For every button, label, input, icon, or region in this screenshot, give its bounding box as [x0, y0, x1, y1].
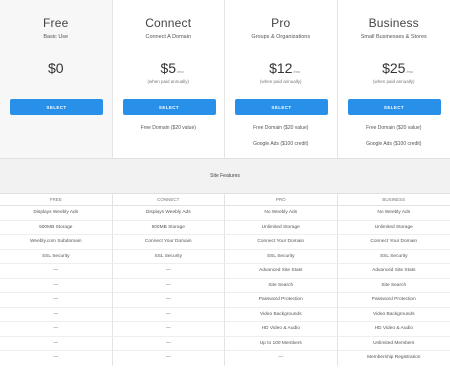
table-cell: Video Backgrounds: [372, 311, 415, 317]
plan-price: $25/mo: [382, 60, 414, 76]
plan-name: Pro: [271, 16, 291, 30]
plan-subtitle: Basic Use: [43, 34, 69, 40]
table-cell: Connect Your Domain: [225, 235, 338, 249]
plan-billing-note: (when paid annually): [147, 79, 190, 84]
table-cell: —: [0, 264, 113, 278]
table-row: Displays Weebly Ads Displays Weebly Ads No…: [0, 206, 450, 221]
column-header: BUSINESS: [382, 197, 406, 202]
table-cell: Displays Weebly Ads: [113, 206, 225, 220]
plan-perk-domain: Free Domain ($20 value): [253, 125, 309, 131]
features-table-header: FREE CONNECT PRO BUSINESS: [0, 194, 450, 206]
table-cell: —: [225, 351, 338, 366]
table-row: SSL Security SSL Security SSL Security SSL …: [0, 249, 450, 264]
table-cell: Password Protection: [371, 297, 416, 302]
table-cell: Connect Your Domain: [370, 239, 418, 244]
column-header: FREE: [0, 194, 113, 205]
table-cell: Weebly.com Subdomain: [0, 235, 113, 249]
plan-subtitle: Connect A Domain: [145, 34, 192, 40]
plan-billing-note: (when paid annually): [372, 79, 415, 84]
plan-name: Business: [368, 16, 419, 30]
table-cell: —: [113, 307, 225, 321]
plan-perk-ads: Google Ads ($100 credit): [253, 141, 309, 147]
plan-free: Free Basic Use $0 SELECT: [0, 0, 113, 158]
table-cell: Site Search: [225, 278, 338, 292]
site-features-heading: Site Features: [0, 158, 450, 194]
features-table: FREE CONNECT PRO BUSINESS Displays Weebl…: [0, 194, 450, 371]
plan-subtitle: Small Businesses & Stores: [360, 34, 427, 40]
table-cell: —: [113, 351, 225, 366]
table-cell: Advanced Site Stats: [372, 268, 416, 273]
plan-billing-note: [0, 79, 112, 85]
table-cell: Video Backgrounds: [225, 307, 338, 321]
plan-business: Business Small Businesses & Stores $25/m…: [338, 0, 450, 158]
select-pro-button[interactable]: SELECT: [235, 99, 328, 115]
table-cell: SSL Security: [379, 253, 408, 259]
features-table-body: Displays Weebly Ads Displays Weebly Ads No…: [0, 206, 450, 366]
plan-name: Connect: [145, 16, 192, 30]
table-cell: —: [0, 278, 113, 292]
table-cell: HD Video & Audio: [374, 326, 413, 331]
column-header: CONNECT: [113, 194, 225, 205]
table-cell: —: [0, 322, 113, 336]
table-cell: Password Protection: [225, 293, 338, 307]
table-cell: Unlimited Storage: [225, 220, 338, 234]
table-cell: —: [113, 322, 225, 336]
table-cell: Up to 100 Members: [225, 336, 338, 350]
table-cell: —: [113, 278, 225, 292]
table-cell: Connect Your Domain: [113, 235, 225, 249]
table-cell: Membership Registration: [367, 355, 421, 360]
table-cell: Site Search: [381, 282, 407, 288]
table-row: — — Password Protection Password Protection: [0, 293, 450, 308]
table-cell: —: [0, 307, 113, 321]
pricing-plans: Free Basic Use $0 SELECT Connect Connect…: [0, 0, 450, 158]
table-cell: Displays Weebly Ads: [0, 206, 113, 220]
plan-billing-note: (when paid annually): [259, 79, 302, 84]
table-cell: Unlimited Members: [373, 340, 415, 346]
plan-perk-domain: Free Domain ($20 value): [140, 125, 196, 131]
table-row: — — Video Backgrounds Video Backgrounds: [0, 307, 450, 322]
price-period: /mo: [406, 69, 414, 74]
table-cell: HD Video & Audio: [225, 322, 338, 336]
table-row: 500MB Storage 500MB Storage Unlimited Stor…: [0, 220, 450, 235]
table-cell: SSL Security: [113, 249, 225, 263]
table-row: — — Advanced Site Stats Advanced Site Stats: [0, 264, 450, 279]
table-cell: —: [0, 351, 113, 366]
select-free-button[interactable]: SELECT: [10, 99, 103, 115]
table-row: — — HD Video & Audio HD Video & Audio: [0, 322, 450, 337]
plan-perk-domain: Free Domain ($20 value): [366, 125, 422, 131]
table-row: — — Site Search Site Search: [0, 278, 450, 293]
table-row: — — Up to 100 Members Unlimited Members: [0, 336, 450, 351]
plan-pro: Pro Groups & Organizations $12/mo (when …: [225, 0, 338, 158]
plan-connect: Connect Connect A Domain $5/mo (when pai…: [113, 0, 225, 158]
table-cell: —: [113, 264, 225, 278]
table-cell: Advanced Site Stats: [225, 264, 338, 278]
table-cell: SSL Security: [0, 249, 113, 263]
select-connect-button[interactable]: SELECT: [122, 99, 216, 115]
table-cell: Unlimited Storage: [374, 224, 413, 230]
table-cell: No Weebly Ads: [377, 210, 411, 215]
plan-price: $12/mo: [269, 60, 301, 76]
table-row: — — — Membership Registration: [0, 351, 450, 366]
table-cell: —: [113, 336, 225, 350]
price-period: /mo: [177, 69, 184, 74]
select-business-button[interactable]: SELECT: [347, 99, 441, 115]
table-cell: —: [113, 293, 225, 307]
plan-price: $0: [47, 60, 64, 76]
table-cell: No Weebly Ads: [225, 206, 338, 220]
table-cell: 500MB Storage: [113, 220, 225, 234]
table-row: Weebly.com Subdomain Connect Your Domain C…: [0, 235, 450, 250]
table-cell: —: [0, 336, 113, 350]
table-cell: —: [0, 293, 113, 307]
plan-name: Free: [43, 16, 69, 30]
table-cell: SSL Security: [225, 249, 338, 263]
table-cell: 500MB Storage: [0, 220, 113, 234]
plan-perk-ads: Google Ads ($100 credit): [366, 141, 422, 147]
plan-subtitle: Groups & Organizations: [251, 34, 311, 40]
price-period: /mo: [293, 69, 301, 74]
column-header: PRO: [225, 194, 338, 205]
plan-price: $5/mo: [160, 60, 184, 76]
